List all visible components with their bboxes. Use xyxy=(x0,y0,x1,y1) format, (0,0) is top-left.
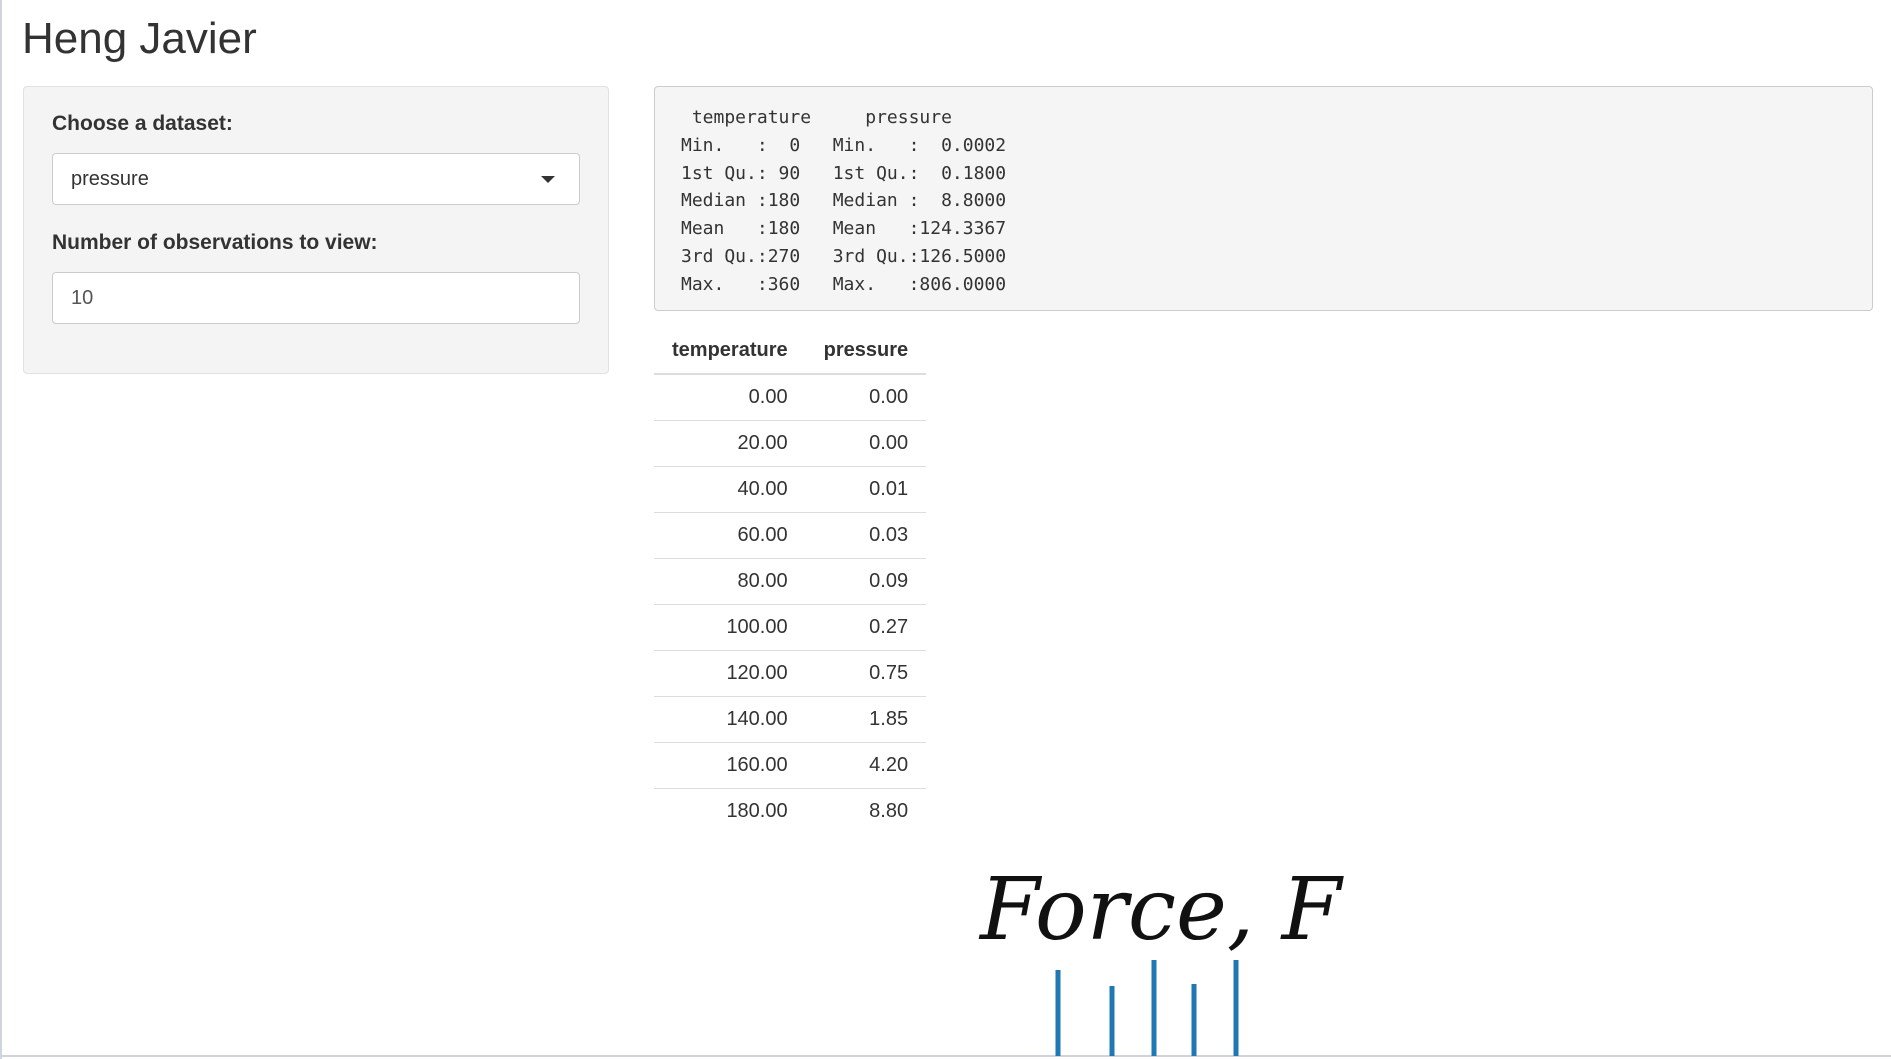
table-row: 100.00 0.27 xyxy=(654,604,927,651)
cell-pressure: 0.01 xyxy=(805,466,927,513)
table-row: 20.00 0.00 xyxy=(654,420,927,467)
observations-input[interactable] xyxy=(52,272,580,324)
table-row: 120.00 0.75 xyxy=(654,650,927,697)
force-label: Force, F xyxy=(980,860,1342,960)
cell-pressure: 0.27 xyxy=(805,604,927,651)
cell-temperature: 180.00 xyxy=(654,788,806,834)
table-header-row: temperature pressure xyxy=(654,327,927,375)
cell-pressure: 0.03 xyxy=(805,512,927,559)
dataset-label: Choose a dataset: xyxy=(52,112,233,135)
cell-temperature: 140.00 xyxy=(654,696,806,743)
dataset-selected-value: pressure xyxy=(71,168,149,190)
column-header-pressure: pressure xyxy=(805,327,927,375)
cell-temperature: 40.00 xyxy=(654,466,806,513)
force-figure: Force, F xyxy=(970,860,1370,1056)
summary-text: temperature pressure Min. : 0 Min. : 0.0… xyxy=(681,107,1007,295)
cell-temperature: 20.00 xyxy=(654,420,806,467)
observations-label: Number of observations to view: xyxy=(52,231,378,254)
table-row: 40.00 0.01 xyxy=(654,466,927,513)
table-row: 0.00 0.00 xyxy=(654,374,926,421)
cell-temperature: 80.00 xyxy=(654,558,806,605)
table-row: 180.00 8.80 xyxy=(654,788,927,834)
cell-pressure: 0.00 xyxy=(869,386,909,408)
cell-temperature: 160.00 xyxy=(654,742,806,789)
cell-temperature: 0.00 xyxy=(748,386,788,408)
cell-pressure: 0.09 xyxy=(805,558,927,605)
cell-pressure: 0.75 xyxy=(805,650,927,697)
force-bars-graphic xyxy=(1055,960,1239,1056)
cell-pressure: 4.20 xyxy=(805,742,927,789)
cell-pressure: 8.80 xyxy=(805,788,927,834)
bottom-divider xyxy=(0,1055,1891,1057)
cell-pressure: 0.00 xyxy=(805,420,927,467)
table-row: 60.00 0.03 xyxy=(654,512,927,559)
summary-output: temperature pressure Min. : 0 Min. : 0.0… xyxy=(654,86,1873,311)
dataset-select[interactable]: pressure xyxy=(52,153,580,205)
table-row: 140.00 1.85 xyxy=(654,696,927,743)
chevron-down-icon[interactable] xyxy=(541,176,555,183)
cell-temperature: 120.00 xyxy=(654,650,806,697)
sidebar-panel: Choose a dataset: pressure Number of obs… xyxy=(23,86,609,374)
cell-pressure: 1.85 xyxy=(805,696,927,743)
table-row: 80.00 0.09 xyxy=(654,558,927,605)
observations-table: temperature pressure 0.00 0.00 20.00 0.0… xyxy=(654,327,927,834)
cell-temperature: 100.00 xyxy=(654,604,806,651)
table-row: 160.00 4.20 xyxy=(654,742,927,789)
column-header-temperature: temperature xyxy=(654,327,806,375)
page-title: Heng Javier xyxy=(22,14,257,63)
cell-temperature: 60.00 xyxy=(654,512,806,559)
